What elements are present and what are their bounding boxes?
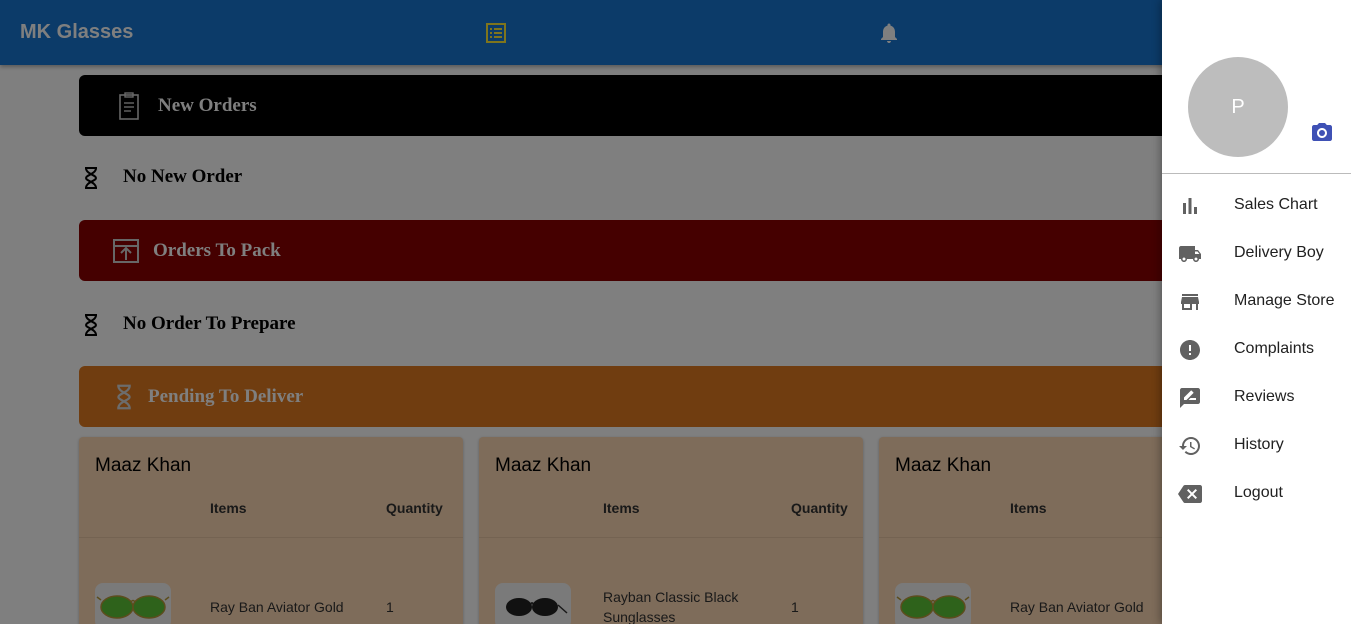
menu-label: Sales Chart	[1234, 196, 1318, 213]
avatar[interactable]: P	[1188, 57, 1288, 157]
truck-icon	[1178, 242, 1202, 266]
backspace-icon	[1178, 482, 1202, 506]
history-icon	[1178, 434, 1202, 458]
store-icon	[1178, 290, 1202, 314]
drawer-header: P	[1162, 0, 1351, 174]
menu-item-history[interactable]: History	[1162, 422, 1351, 470]
alert-icon	[1178, 338, 1202, 362]
menu-item-manage-store[interactable]: Manage Store	[1162, 278, 1351, 326]
menu-label: History	[1234, 436, 1284, 453]
menu-label: Logout	[1234, 484, 1283, 501]
menu-label: Delivery Boy	[1234, 244, 1324, 261]
menu-item-complaints[interactable]: Complaints	[1162, 326, 1351, 374]
menu-item-delivery-boy[interactable]: Delivery Boy	[1162, 230, 1351, 278]
rate-review-icon	[1178, 386, 1202, 410]
menu-label: Manage Store	[1234, 292, 1335, 309]
menu-item-logout[interactable]: Logout	[1162, 470, 1351, 518]
navigation-drawer: P Sales Chart Delivery Boy Manage Store …	[1162, 0, 1351, 624]
camera-icon[interactable]	[1310, 120, 1334, 144]
drawer-scrim[interactable]	[0, 0, 1351, 624]
menu-label: Complaints	[1234, 340, 1315, 357]
menu-item-sales-chart[interactable]: Sales Chart	[1162, 182, 1351, 230]
menu-item-reviews[interactable]: Reviews	[1162, 374, 1351, 422]
bar-chart-icon	[1178, 194, 1202, 218]
menu-label: Reviews	[1234, 388, 1295, 405]
